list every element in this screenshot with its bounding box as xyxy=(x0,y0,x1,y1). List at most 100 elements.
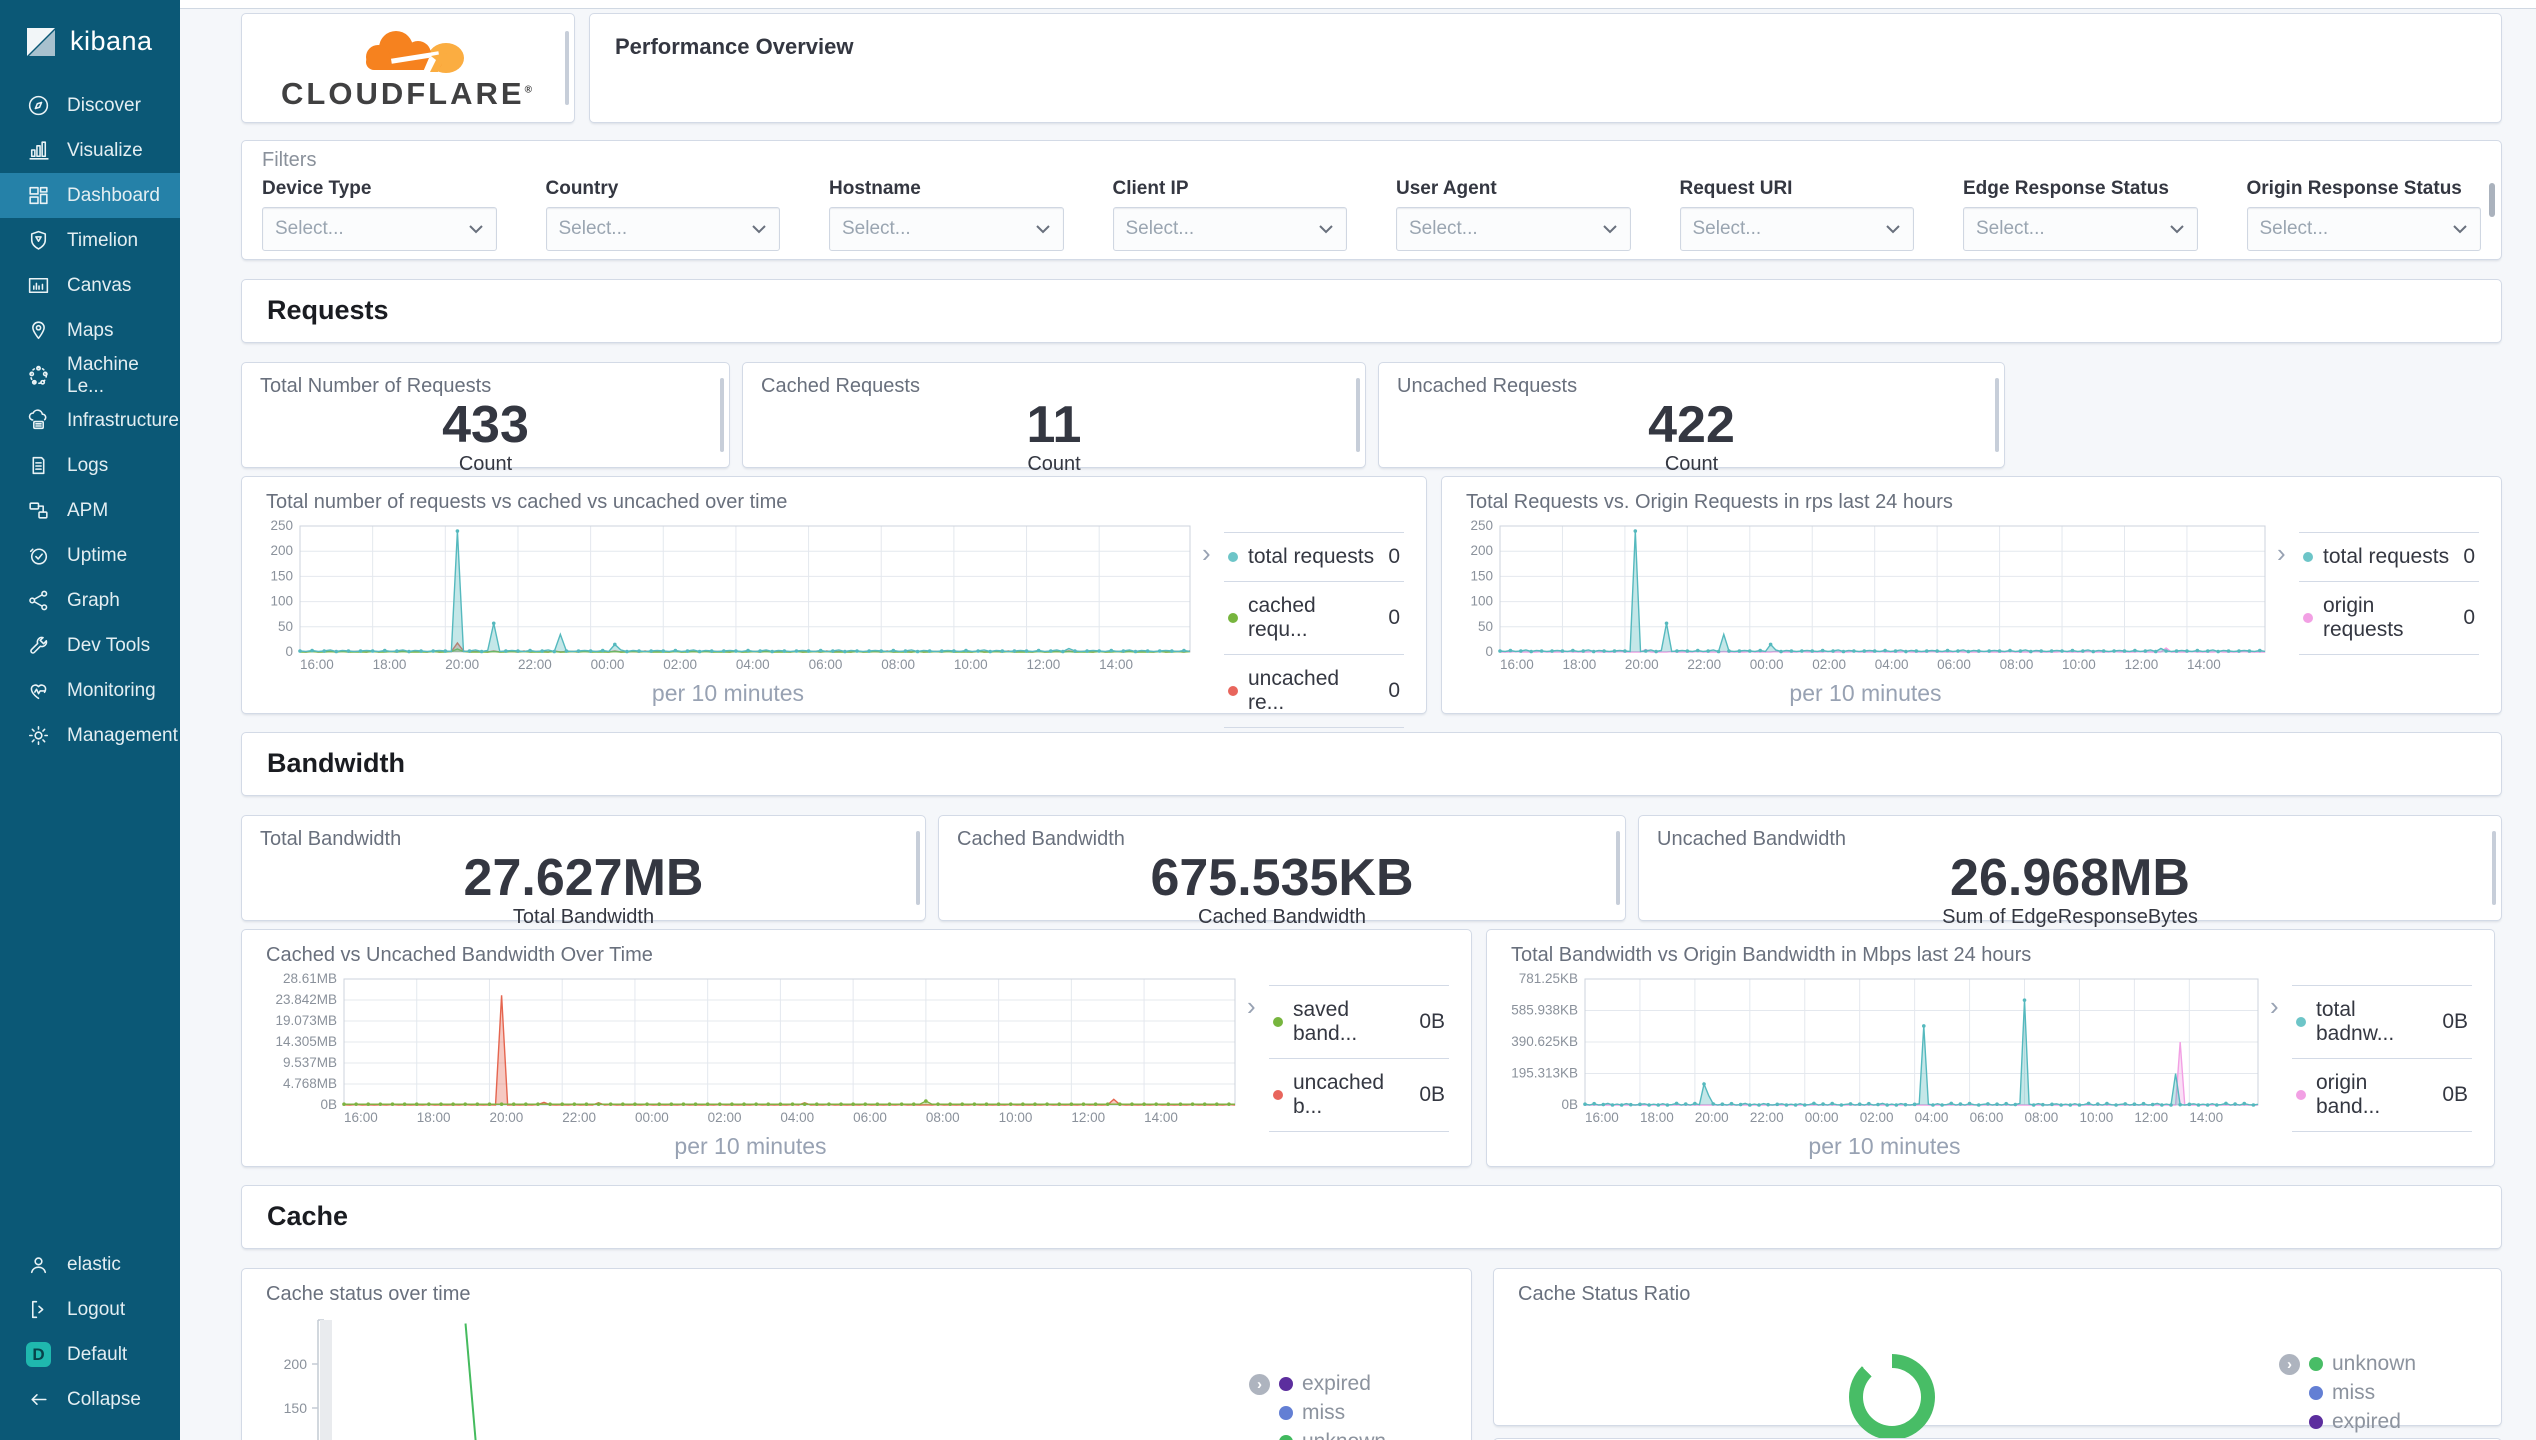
legend-toggle-icon[interactable]: › xyxy=(2270,993,2279,1019)
user-icon xyxy=(26,1252,51,1277)
select-placeholder: Select... xyxy=(2259,218,2329,239)
sidebar-item-label: Logs xyxy=(67,454,109,476)
panel-resize-handle[interactable] xyxy=(565,31,569,105)
sidebar-item-default[interactable]: D Default xyxy=(0,1332,180,1377)
sidebar-item-collapse[interactable]: Collapse xyxy=(0,1377,180,1422)
legend-label: expired xyxy=(1302,1372,1371,1395)
sidebar-item-infrastructure[interactable]: Infrastructure xyxy=(0,398,180,443)
chart-canvas[interactable]: 16:00 18:00 20:00 22:00 00:00 02:00 04:00 06:00… xyxy=(1503,971,2266,1129)
panel-requests-over-time: Total number of requests vs cached vs un… xyxy=(241,476,1427,728)
legend-item-origin-requests[interactable]: origin requests 0 xyxy=(2299,581,2479,655)
legend-toggle-icon[interactable]: › xyxy=(1247,993,1256,1019)
metric-uncached-bandwidth: Uncached Bandwidth 26.968MB Sum of EdgeRes… xyxy=(1638,815,2502,928)
legend-toggle-icon[interactable]: › xyxy=(1249,1373,1270,1395)
sidebar-item-label: Machine Le... xyxy=(67,353,139,397)
sidebar-item-uptime[interactable]: Uptime xyxy=(0,533,180,578)
legend-item-miss[interactable]: miss xyxy=(1279,1401,1449,1425)
svg-text:08:00: 08:00 xyxy=(2000,657,2034,672)
sidebar-item-maps[interactable]: Maps xyxy=(0,308,180,353)
panel-resize-handle[interactable] xyxy=(2492,831,2496,905)
svg-text:18:00: 18:00 xyxy=(1640,1110,1674,1125)
legend-item-expired[interactable]: expired xyxy=(2309,1410,2479,1434)
sidebar-item-label: Canvas xyxy=(67,274,132,296)
metric-caption: Total Bandwidth xyxy=(512,905,655,928)
svg-text:50: 50 xyxy=(1478,619,1493,634)
legend-item-total-requests[interactable]: total requests 0 xyxy=(1224,532,1404,581)
sidebar-item-elastic[interactable]: elastic xyxy=(0,1242,180,1287)
sidebar-item-logs[interactable]: Logs xyxy=(0,443,180,488)
filter-select[interactable]: Select... xyxy=(1679,207,1914,251)
sidebar-item-monitoring[interactable]: Monitoring xyxy=(0,668,180,713)
metric-value: 433 xyxy=(442,396,529,454)
filter-select[interactable]: Select... xyxy=(829,207,1064,251)
sidebar-item-logout[interactable]: Logout xyxy=(0,1287,180,1332)
sidebar-item-canvas[interactable]: Canvas xyxy=(0,263,180,308)
legend-item-unknown[interactable]: unknown xyxy=(1279,1430,1449,1440)
legend-item-cached-requ-[interactable]: cached requ... 0 xyxy=(1224,581,1404,654)
legend-item-total-requests[interactable]: total requests 0 xyxy=(2299,532,2479,581)
filters-scrollbar-thumb[interactable] xyxy=(2489,183,2495,217)
filter-select[interactable]: Select... xyxy=(262,207,497,251)
legend-item-uncached-re-[interactable]: uncached re... 0 xyxy=(1224,654,1404,728)
svg-text:18:00: 18:00 xyxy=(1562,657,1596,672)
legend-item-miss[interactable]: miss xyxy=(2309,1381,2479,1405)
donut-chart[interactable] xyxy=(1848,1354,1935,1440)
legend-item-total-badnw-[interactable]: total badnw... 0B xyxy=(2292,985,2472,1058)
dashboard-main: CLOUDFLARE® Performance Overview Filters… xyxy=(180,0,2536,1440)
panel-resize-handle[interactable] xyxy=(916,831,920,905)
svg-text:22:00: 22:00 xyxy=(562,1110,596,1125)
chart-canvas[interactable]: 200150Count xyxy=(258,1310,1243,1440)
svg-text:195.313KB: 195.313KB xyxy=(1511,1065,1578,1080)
chevron-down-icon xyxy=(468,225,483,234)
legend-item-unknown[interactable]: › unknown xyxy=(2279,1352,2479,1376)
legend-toggle-icon[interactable]: › xyxy=(1202,540,1211,566)
cloudflare-cloud-icon xyxy=(366,30,464,73)
legend-item-saved-band-[interactable]: saved band... 0B xyxy=(1269,985,1449,1058)
compass-icon xyxy=(26,93,51,118)
filter-select[interactable]: Select... xyxy=(1112,207,1347,251)
legend-item-uncached-b-[interactable]: uncached b... 0B xyxy=(1269,1058,1449,1132)
legend-toggle-icon[interactable]: › xyxy=(2279,1353,2300,1375)
sidebar-item-dev-tools[interactable]: Dev Tools xyxy=(0,623,180,668)
section-title-bandwidth: Bandwidth xyxy=(267,748,405,778)
metric-title: Uncached Requests xyxy=(1397,375,1578,397)
heartbeat-icon xyxy=(26,678,51,703)
panel-title: Cached vs Uncached Bandwidth Over Time xyxy=(266,944,653,966)
panel-title: Total Bandwidth vs Origin Bandwidth in M… xyxy=(1511,944,2032,966)
metric-caption: Cached Bandwidth xyxy=(1198,905,1366,928)
legend-label: unknown xyxy=(2332,1352,2417,1375)
chart-canvas[interactable]: 16:00 18:00 20:00 22:00 00:00 02:00 04:00 06:00… xyxy=(258,518,1198,676)
legend-item-expired[interactable]: › expired xyxy=(1249,1372,1449,1396)
filter-label: Hostname xyxy=(829,178,921,199)
filter-select[interactable]: Select... xyxy=(1963,207,2198,251)
panel-resize-handle[interactable] xyxy=(1616,831,1620,905)
sidebar-item-management[interactable]: Management xyxy=(0,713,180,758)
sidebar-item-label: Timelion xyxy=(67,229,139,251)
sidebar-item-dashboard[interactable]: Dashboard xyxy=(0,173,180,218)
sidebar-item-visualize[interactable]: Visualize xyxy=(0,128,180,173)
filter-select[interactable]: Select... xyxy=(2246,207,2481,251)
chevron-down-icon xyxy=(2169,225,2184,234)
panel-resize-handle[interactable] xyxy=(720,378,724,452)
sidebar-item-graph[interactable]: Graph xyxy=(0,578,180,623)
sidebar-item-discover[interactable]: Discover xyxy=(0,83,180,128)
legend-item-origin-band-[interactable]: origin band... 0B xyxy=(2292,1058,2472,1132)
panel-resize-handle[interactable] xyxy=(1995,378,1999,452)
filter-select[interactable]: Select... xyxy=(545,207,780,251)
chart-canvas[interactable]: 16:00 18:00 20:00 22:00 00:00 02:00 04:00 06:00… xyxy=(258,971,1243,1129)
sidebar-item-apm[interactable]: APM xyxy=(0,488,180,533)
x-axis-label: per 10 minutes xyxy=(674,1133,827,1159)
filter-label: Device Type xyxy=(262,178,372,199)
legend-dot-icon xyxy=(2309,1357,2323,1371)
legend-value: 0B xyxy=(2442,1083,2468,1106)
chart-canvas[interactable]: 16:00 18:00 20:00 22:00 00:00 02:00 04:00 06:00… xyxy=(1458,518,2273,676)
sidebar-item-machine-le[interactable]: Machine Le... xyxy=(0,353,180,398)
panel-resize-handle[interactable] xyxy=(1356,378,1360,452)
svg-text:200: 200 xyxy=(284,1356,308,1372)
kibana-logo[interactable]: kibana xyxy=(0,0,180,83)
sidebar-item-timelion[interactable]: Timelion xyxy=(0,218,180,263)
legend-label: origin requests xyxy=(2323,594,2404,641)
filter-select[interactable]: Select... xyxy=(1396,207,1631,251)
legend-toggle-icon[interactable]: › xyxy=(2277,540,2286,566)
metric-total-bandwidth: Total Bandwidth 27.627MB Total Bandwidth xyxy=(241,815,926,928)
